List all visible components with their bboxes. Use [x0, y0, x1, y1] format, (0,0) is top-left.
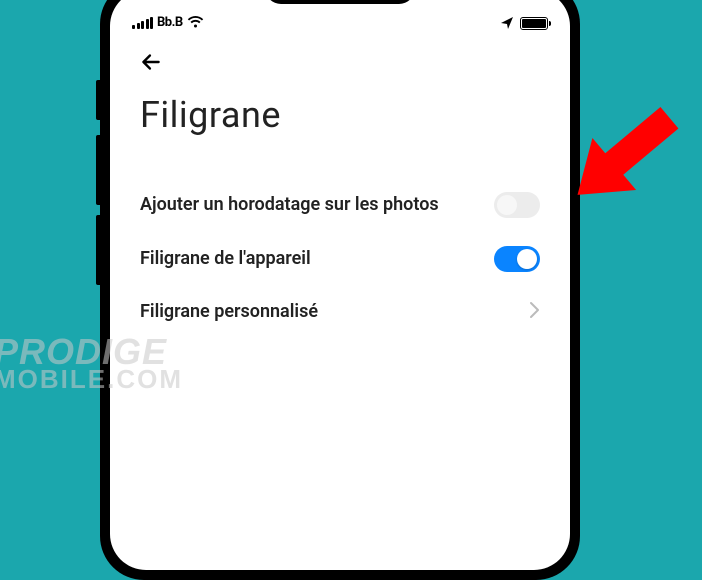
- setting-label: Filigrane personnalisé: [140, 300, 509, 324]
- page-title: Filigrane: [140, 94, 540, 136]
- setting-timestamp[interactable]: Ajouter un horodatage sur les photos: [140, 178, 540, 232]
- status-bar: Bb.B: [110, 0, 570, 34]
- back-arrow-icon: [138, 49, 164, 75]
- setting-device-watermark[interactable]: Filigrane de l'appareil: [140, 232, 540, 286]
- phone-frame: Bb.B Filigrane Ajouter un horodatage sur…: [100, 0, 580, 580]
- volume-up-button: [96, 135, 100, 205]
- battery-icon: [520, 17, 548, 30]
- volume-down-button: [96, 215, 100, 285]
- screen: Bb.B Filigrane Ajouter un horodatage sur…: [110, 0, 570, 570]
- chevron-right-icon: [529, 301, 540, 323]
- wifi-icon: [187, 16, 204, 29]
- setting-label: Ajouter un horodatage sur les photos: [140, 193, 474, 217]
- side-button: [96, 80, 100, 120]
- location-icon: [500, 16, 514, 30]
- setting-label: Filigrane de l'appareil: [140, 247, 474, 271]
- back-button[interactable]: [138, 42, 178, 82]
- carrier-label: Bb.B: [157, 15, 183, 30]
- setting-custom-watermark[interactable]: Filigrane personnalisé: [140, 286, 540, 338]
- toggle-timestamp[interactable]: [494, 192, 540, 218]
- signal-icon: [132, 17, 153, 29]
- toggle-device-watermark[interactable]: [494, 246, 540, 272]
- phone-notch: [265, 0, 415, 4]
